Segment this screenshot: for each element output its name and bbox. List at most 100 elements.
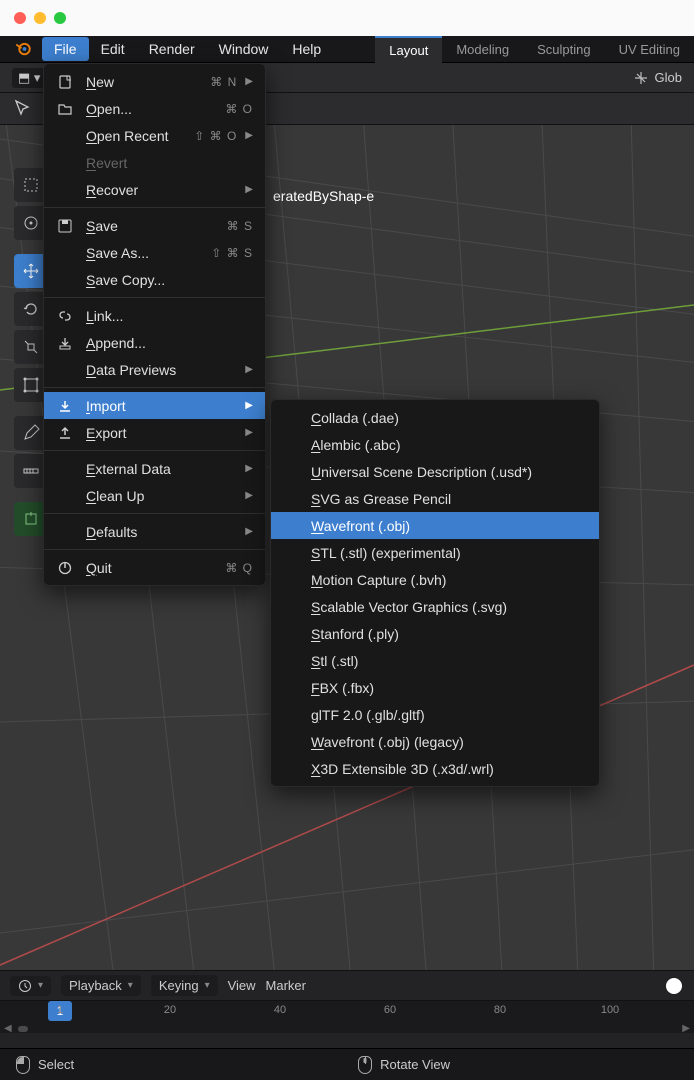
import-svg-as-grease-pencil[interactable]: SVG as Grease Pencil [271, 485, 599, 512]
menu-item-label: Open... [86, 101, 215, 117]
import-collada-dae[interactable]: Collada (.dae) [271, 404, 599, 431]
import-stl-stl-experimental[interactable]: STL (.stl) (experimental) [271, 539, 599, 566]
menu-item-label: Revert [86, 155, 253, 171]
clock-icon [18, 979, 32, 993]
menu-item-label: Motion Capture (.bvh) [311, 572, 559, 588]
import-gltf-2-0-glb-gltf[interactable]: glTF 2.0 (.glb/.gltf) [271, 701, 599, 728]
blank-icon [56, 154, 74, 172]
file-menu-save[interactable]: Save⌘ S [44, 212, 265, 239]
workspace-tab-sculpting[interactable]: Sculpting [523, 37, 604, 62]
submenu-arrow-icon: ▶ [245, 427, 253, 438]
file-menu-new[interactable]: New⌘ N▶ [44, 68, 265, 95]
menubar-edit[interactable]: Edit [89, 37, 137, 61]
submenu-arrow-icon: ▶ [245, 130, 253, 141]
import-icon [56, 397, 74, 415]
workspace-tabs: LayoutModelingSculptingUV Editing [375, 36, 694, 62]
menu-item-label: Clean Up [86, 488, 237, 504]
import-alembic-abc[interactable]: Alembic (.abc) [271, 431, 599, 458]
file-menu-link[interactable]: Link... [44, 302, 265, 329]
maximize-window-button[interactable] [54, 12, 66, 24]
minimize-window-button[interactable] [34, 12, 46, 24]
menu-item-label: Save Copy... [86, 272, 253, 288]
workspace-tab-uv-editing[interactable]: UV Editing [605, 37, 694, 62]
timeline-marker[interactable]: Marker [266, 978, 306, 993]
file-menu-recover[interactable]: Recover▶ [44, 176, 265, 203]
menu-item-label: Open Recent [86, 128, 184, 144]
file-menu-external-data[interactable]: External Data▶ [44, 455, 265, 482]
scroll-thumb[interactable] [18, 1026, 28, 1032]
file-menu-data-previews[interactable]: Data Previews▶ [44, 356, 265, 383]
file-menu-quit[interactable]: Quit ⌘ Q [44, 554, 265, 581]
menu-item-label: Link... [86, 308, 253, 324]
file-menu-save-as[interactable]: Save As...⇧ ⌘ S [44, 239, 265, 266]
menu-shortcut: ⌘ Q [225, 561, 253, 575]
menu-separator [44, 297, 265, 298]
import-wavefront-obj-legacy[interactable]: Wavefront (.obj) (legacy) [271, 728, 599, 755]
file-menu-save-copy[interactable]: Save Copy... [44, 266, 265, 293]
timeline-tick: 40 [274, 1004, 286, 1016]
menubar-render[interactable]: Render [137, 37, 207, 61]
status-rotate: Rotate View [358, 1056, 450, 1074]
timeline-editor-type[interactable]: ▾ [10, 976, 51, 996]
blank-icon [56, 523, 74, 541]
file-menu-open-recent[interactable]: Open Recent⇧ ⌘ O▶ [44, 122, 265, 149]
workspace-tab-modeling[interactable]: Modeling [442, 37, 523, 62]
menu-separator [44, 513, 265, 514]
close-window-button[interactable] [14, 12, 26, 24]
file-menu-export[interactable]: Export▶ [44, 419, 265, 446]
menu-item-label: New [86, 74, 200, 90]
menu-separator [44, 549, 265, 550]
import-x3d-extensible-3d-x3d-wrl[interactable]: X3D Extensible 3D (.x3d/.wrl) [271, 755, 599, 782]
menubar-file[interactable]: File [42, 37, 89, 61]
timeline-playback[interactable]: Playback ▾ [61, 975, 141, 996]
import-stl-stl[interactable]: Stl (.stl) [271, 647, 599, 674]
timeline-keying[interactable]: Keying ▾ [151, 975, 218, 996]
scroll-right-icon[interactable]: ▶ [682, 1023, 690, 1034]
menu-item-label: SVG as Grease Pencil [311, 491, 559, 507]
folder-open-icon [56, 100, 74, 118]
object-mode-dropdown-icon[interactable]: ⬒ ▾ [12, 68, 46, 88]
main-menubar: FileEditRenderWindowHelp LayoutModelingS… [0, 36, 694, 63]
menu-item-label: FBX (.fbx) [311, 680, 559, 696]
menu-item-label: Scalable Vector Graphics (.svg) [311, 599, 559, 615]
timeline-tick: 100 [601, 1004, 619, 1016]
timeline-view[interactable]: View [228, 978, 256, 993]
menu-item-label: Data Previews [86, 362, 237, 378]
file-menu-import[interactable]: Import▶ [44, 392, 265, 419]
timeline-scrollbar[interactable]: ◀ ▶ [0, 1023, 694, 1033]
workspace-tab-layout[interactable]: Layout [375, 36, 442, 63]
menu-item-label: External Data [86, 461, 237, 477]
import-wavefront-obj[interactable]: Wavefront (.obj) [271, 512, 599, 539]
blank-icon [56, 361, 74, 379]
menu-separator [44, 207, 265, 208]
import-motion-capture-bvh[interactable]: Motion Capture (.bvh) [271, 566, 599, 593]
cursor-tool-icon [12, 98, 34, 120]
menu-item-label: Quit [86, 560, 215, 576]
file-menu-open[interactable]: Open...⌘ O [44, 95, 265, 122]
file-menu-append[interactable]: Append... [44, 329, 265, 356]
menu-item-label: Append... [86, 335, 253, 351]
scroll-left-icon[interactable]: ◀ [4, 1023, 12, 1034]
file-menu-defaults[interactable]: Defaults▶ [44, 518, 265, 545]
menu-item-label: Universal Scene Description (.usd*) [311, 464, 559, 480]
menu-separator [44, 450, 265, 451]
orientation-global[interactable]: Glob [633, 70, 682, 86]
menu-item-label: Stl (.stl) [311, 653, 559, 669]
import-fbx-fbx[interactable]: FBX (.fbx) [271, 674, 599, 701]
menu-item-label: Alembic (.abc) [311, 437, 559, 453]
menu-item-label: Wavefront (.obj) (legacy) [311, 734, 559, 750]
menu-item-label: Save As... [86, 245, 201, 261]
menubar-window[interactable]: Window [207, 37, 281, 61]
file-menu-clean-up[interactable]: Clean Up▶ [44, 482, 265, 509]
menubar-help[interactable]: Help [280, 37, 333, 61]
save-icon [56, 217, 74, 235]
import-universal-scene-description-usd[interactable]: Universal Scene Description (.usd*) [271, 458, 599, 485]
timeline-tick: 80 [494, 1004, 506, 1016]
import-scalable-vector-graphics-svg[interactable]: Scalable Vector Graphics (.svg) [271, 593, 599, 620]
auto-keying-toggle[interactable] [666, 978, 682, 994]
menu-item-label: X3D Extensible 3D (.x3d/.wrl) [311, 761, 559, 777]
import-stanford-ply[interactable]: Stanford (.ply) [271, 620, 599, 647]
global-axes-icon [633, 70, 649, 86]
menu-separator [44, 387, 265, 388]
timeline-ruler[interactable]: 1 120406080100 [0, 1001, 694, 1023]
